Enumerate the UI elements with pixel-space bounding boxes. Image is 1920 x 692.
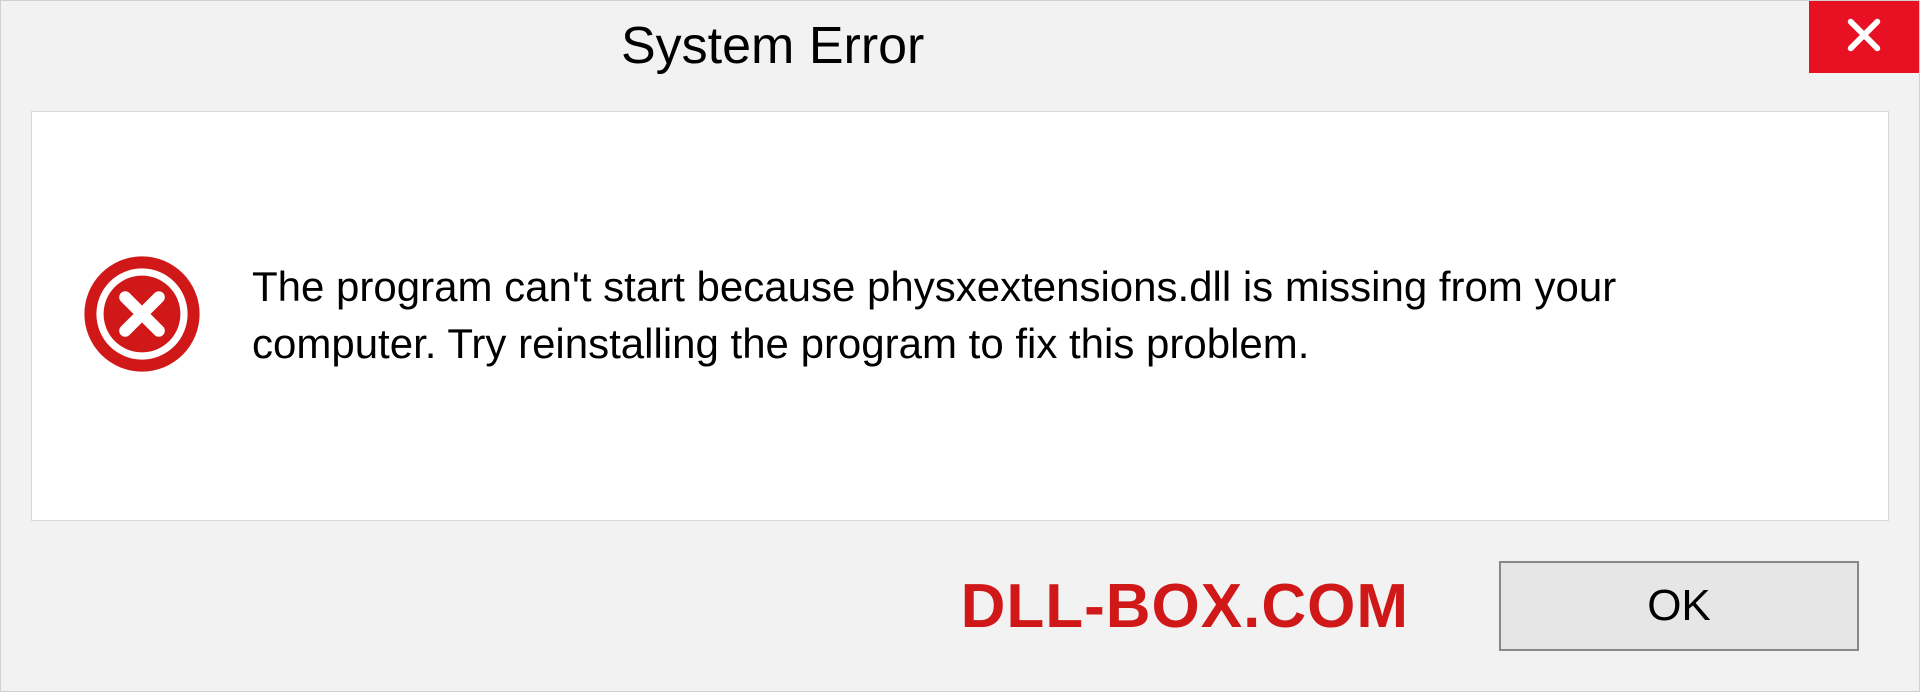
close-button[interactable]	[1809, 1, 1919, 73]
dialog-title: System Error	[621, 16, 924, 76]
close-icon	[1844, 15, 1884, 60]
error-icon	[82, 254, 202, 379]
error-message: The program can't start because physxext…	[252, 259, 1802, 372]
titlebar: System Error	[1, 1, 1919, 91]
content-panel: The program can't start because physxext…	[31, 111, 1889, 521]
dialog-footer: DLL-BOX.COM OK	[1, 521, 1919, 691]
ok-button[interactable]: OK	[1499, 561, 1859, 651]
system-error-dialog: System Error The program can't start bec…	[0, 0, 1920, 692]
ok-button-label: OK	[1647, 581, 1711, 631]
watermark-text: DLL-BOX.COM	[961, 571, 1409, 642]
